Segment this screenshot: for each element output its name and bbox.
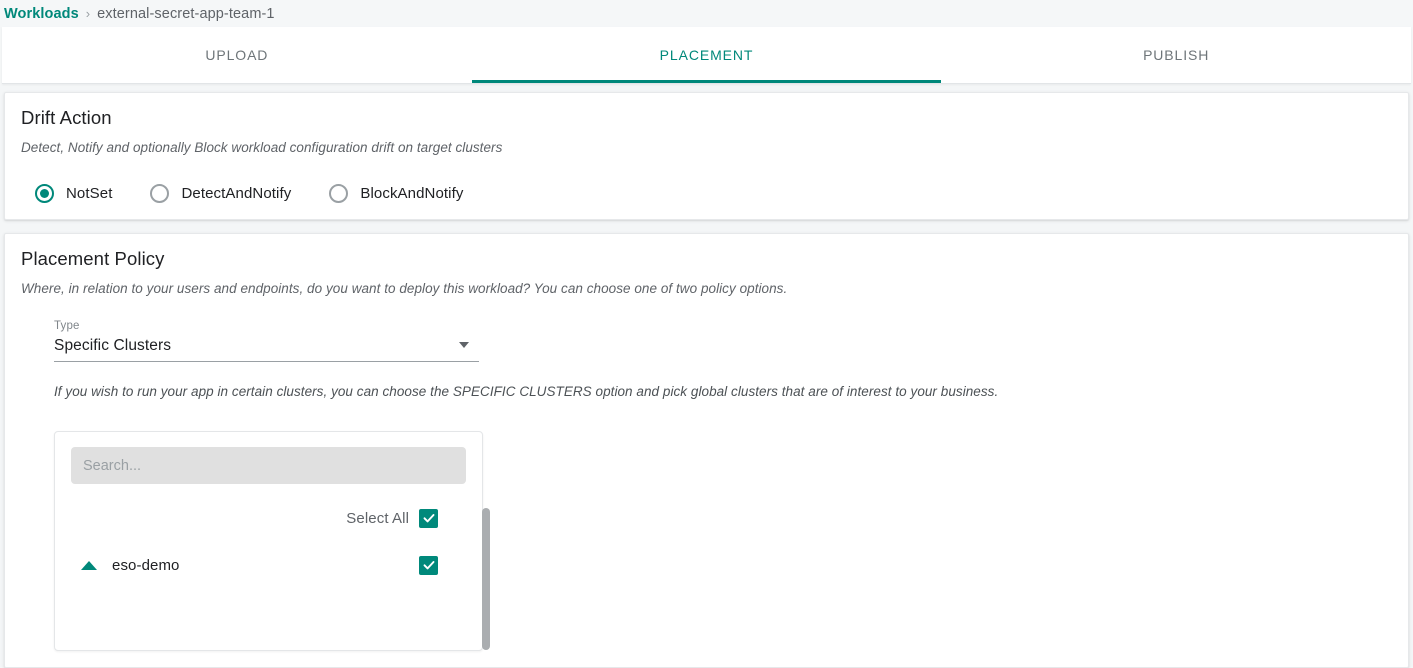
- breadcrumb-link-workloads[interactable]: Workloads: [4, 6, 79, 22]
- radio-detectandnotify-circle-icon: [150, 184, 170, 203]
- placement-policy-card: Placement Policy Where, in relation to y…: [4, 233, 1409, 668]
- drift-action-description: Detect, Notify and optionally Block work…: [21, 140, 503, 155]
- type-field-label: Type: [54, 320, 80, 332]
- tab-placement[interactable]: PLACEMENT: [471, 27, 942, 83]
- type-select-value: Specific Clusters: [54, 337, 172, 354]
- cluster-picker-panel: Select All eso-demo: [54, 431, 490, 651]
- cluster-list: Select All eso-demo: [71, 504, 466, 580]
- breadcrumb-current: external-secret-app-team-1: [97, 5, 275, 22]
- radio-blockandnotify[interactable]: BlockAndNotify: [329, 184, 463, 203]
- scrollbar-thumb[interactable]: [482, 508, 490, 650]
- placement-policy-hint: If you wish to run your app in certain c…: [54, 384, 999, 399]
- breadcrumb-separator-icon: ›: [85, 6, 91, 21]
- drift-action-card: Drift Action Detect, Notify and optional…: [4, 92, 1409, 220]
- tab-upload-label: UPLOAD: [205, 47, 269, 63]
- tab-placement-label: PLACEMENT: [659, 47, 754, 63]
- radio-detectandnotify-label: DetectAndNotify: [181, 185, 292, 202]
- radio-blockandnotify-circle-icon: [329, 184, 349, 203]
- drift-action-radio-group: NotSet DetectAndNotify BlockAndNotify: [21, 184, 1392, 203]
- radio-notset-label: NotSet: [66, 185, 113, 202]
- type-field-wrapper: Type Specific Clusters: [21, 320, 1392, 362]
- cluster-list-scrollbar[interactable]: [482, 508, 490, 650]
- check-icon: [423, 514, 434, 523]
- breadcrumb: Workloads › external-secret-app-team-1: [0, 0, 1413, 27]
- select-all-row[interactable]: Select All: [71, 504, 466, 532]
- tab-publish-label: PUBLISH: [1143, 47, 1210, 63]
- placement-policy-description: Where, in relation to your users and end…: [21, 281, 788, 296]
- check-icon: [423, 561, 434, 570]
- radio-detectandnotify[interactable]: DetectAndNotify: [150, 184, 291, 203]
- cluster-name-label: eso-demo: [112, 556, 180, 574]
- cluster-search-input[interactable]: [71, 447, 466, 484]
- tab-bar: UPLOAD PLACEMENT PUBLISH: [2, 27, 1411, 84]
- list-item[interactable]: eso-demo: [71, 550, 466, 580]
- chevron-down-icon: [459, 342, 469, 348]
- page-content: Drift Action Detect, Notify and optional…: [0, 84, 1413, 668]
- drift-action-title: Drift Action: [21, 107, 112, 128]
- select-all-checkbox[interactable]: [419, 508, 438, 528]
- radio-blockandnotify-label: BlockAndNotify: [360, 185, 464, 202]
- triangle-up-icon[interactable]: [81, 560, 97, 570]
- tab-publish[interactable]: PUBLISH: [941, 27, 1411, 83]
- select-all-label: Select All: [346, 509, 409, 527]
- placement-policy-title: Placement Policy: [21, 248, 165, 269]
- tab-upload[interactable]: UPLOAD: [2, 27, 472, 83]
- cluster-checkbox[interactable]: [419, 555, 438, 575]
- type-select[interactable]: Specific Clusters: [54, 334, 479, 362]
- radio-notset-circle-icon: [35, 184, 54, 203]
- radio-notset[interactable]: NotSet: [35, 184, 112, 203]
